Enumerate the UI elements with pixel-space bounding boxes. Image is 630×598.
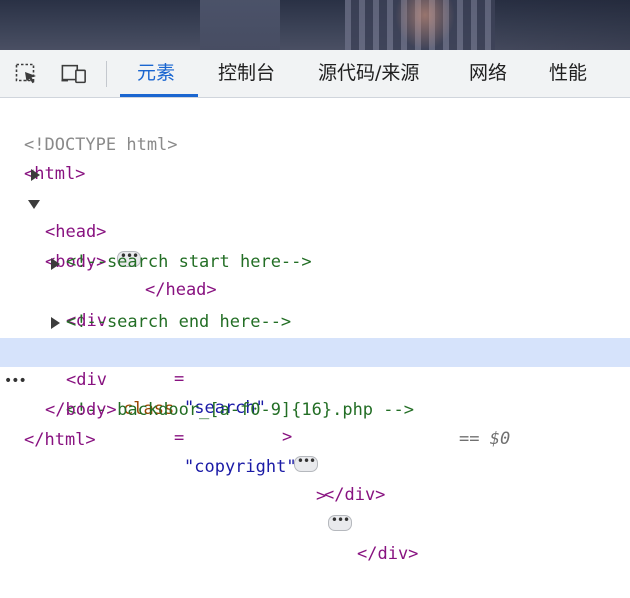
selected-node-marker: == $0 xyxy=(459,429,511,449)
expand-arrow-icon[interactable] xyxy=(51,258,60,270)
tab-elements[interactable]: 元素 xyxy=(137,50,175,97)
collapsed-content-ellipsis[interactable]: ••• xyxy=(294,455,318,472)
html-close-tag: </html> xyxy=(24,430,96,450)
dom-node-html-close[interactable]: </html> xyxy=(0,397,630,450)
div-close-tag: </div> xyxy=(357,544,419,564)
tag-close-bracket: > xyxy=(282,427,293,447)
expand-arrow-icon[interactable] xyxy=(51,317,60,329)
dom-node-comment[interactable]: <!--search start here--> xyxy=(0,219,630,272)
background-building-shape xyxy=(200,0,280,50)
collapse-arrow-icon[interactable] xyxy=(28,200,40,209)
attribute-equals: = xyxy=(174,428,185,448)
dom-node-body[interactable]: <body> xyxy=(0,190,630,272)
active-tab-indicator xyxy=(120,94,198,97)
dom-node-comment-selected[interactable]: ••• <!-- backdoor_[a-f0-9]{16}.php --> =… xyxy=(0,338,630,449)
dom-node-div-copyright[interactable]: <div class = "copyright" > ••• </div> xyxy=(0,308,630,564)
dom-node-head[interactable]: <head> ••• </head> xyxy=(0,160,630,300)
inspect-element-icon[interactable] xyxy=(14,63,40,85)
tab-sources[interactable]: 源代码/来源 xyxy=(318,50,419,97)
tab-console[interactable]: 控制台 xyxy=(218,50,275,97)
device-toolbar-icon[interactable] xyxy=(61,63,87,85)
div-close-tag: </div> xyxy=(324,485,386,505)
background-light-glow xyxy=(395,0,455,50)
dom-node-comment[interactable]: <!--search end here--> xyxy=(0,279,630,332)
dom-node-div-search[interactable]: <div class = "search" > ••• </div> xyxy=(0,249,630,505)
collapsed-content-ellipsis[interactable]: ••• xyxy=(328,514,352,531)
tab-network[interactable]: 网络 xyxy=(469,50,507,97)
dom-node-body-close[interactable]: </body> xyxy=(0,367,630,420)
tab-performance[interactable]: 性能 xyxy=(549,50,587,97)
dom-node-doctype[interactable]: <!DOCTYPE html> xyxy=(0,102,630,155)
devtools-toolbar: 元素 控制台 源代码/来源 网络 性能 xyxy=(0,50,630,98)
expand-arrow-icon[interactable] xyxy=(31,169,40,181)
attribute-value: "copyright" xyxy=(184,457,297,477)
tag-close-bracket: > xyxy=(316,486,327,506)
toolbar-separator xyxy=(106,61,107,87)
page-background-image xyxy=(0,0,630,50)
dom-node-html[interactable]: <html> xyxy=(0,131,630,184)
